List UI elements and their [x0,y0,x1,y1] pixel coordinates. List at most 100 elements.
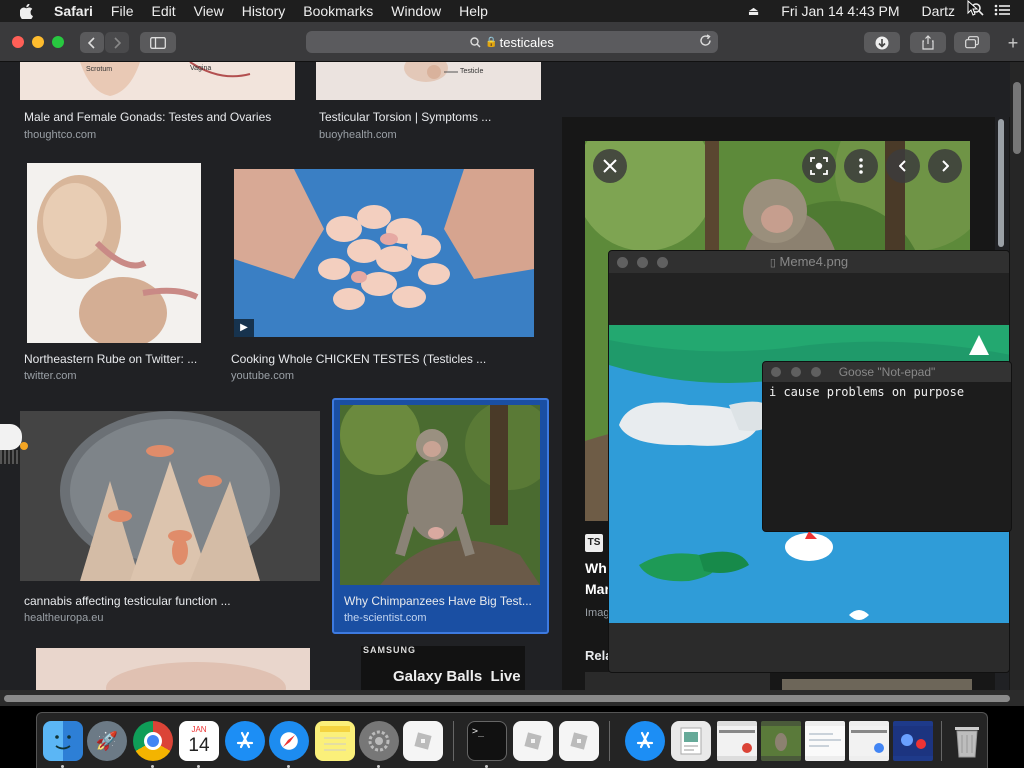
menu-bookmarks[interactable]: Bookmarks [303,3,373,19]
result-title[interactable]: Testicular Torsion | Symptoms ... [319,110,491,124]
dock-preview[interactable] [671,721,711,761]
meme-window-titlebar[interactable]: ▯ Meme4.png [609,251,1009,273]
result-title[interactable]: Northeastern Rube on Twitter: ... [24,352,197,366]
dock-roblox-3[interactable] [559,721,599,761]
page-vertical-scrollbar[interactable] [1010,62,1024,690]
result-source[interactable]: thoughtco.com [24,129,96,141]
notes-icon [320,726,350,751]
zoom-window-button[interactable] [52,36,64,48]
dock-separator [941,721,942,761]
result-image-gonads[interactable]: Scrotum Vagina [20,62,295,100]
menu-window[interactable]: Window [391,3,441,19]
result-title[interactable]: Cooking Whole CHICKEN TESTES (Testicles … [231,352,486,366]
goose-close-button[interactable] [771,367,781,377]
result-image-torsion[interactable]: Testicle [316,62,541,100]
menu-app-name[interactable]: Safari [54,3,93,19]
result-source[interactable]: buoyhealth.com [319,129,397,141]
user-name[interactable]: Dartz [922,3,955,19]
previous-image-button[interactable] [886,149,920,183]
menu-history[interactable]: History [242,3,286,19]
clock[interactable]: Fri Jan 14 4:43 PM [781,3,899,19]
minimize-window-button[interactable] [32,36,44,48]
calendar-month: JAN [191,725,207,734]
dock-launchpad[interactable]: 🚀 [87,721,127,761]
control-center-icon[interactable] [994,3,1010,19]
share-icon [922,35,934,50]
dock-notes[interactable] [315,721,355,761]
dock-window-thumbnail[interactable] [761,721,801,761]
dock-app-store[interactable] [225,721,265,761]
menu-view[interactable]: View [194,3,224,19]
dock-chrome[interactable] [133,721,173,761]
result-image-cannabis[interactable] [20,411,320,581]
preview-title-fragment-1[interactable]: Wh [585,560,607,576]
result-source[interactable]: healtheuropa.eu [24,612,104,624]
goose-beak [20,442,28,450]
eject-icon[interactable]: ⏏ [748,4,759,18]
related-image[interactable] [782,679,972,690]
close-window-button[interactable] [12,36,24,48]
lens-search-button[interactable] [802,149,836,183]
related-images-strip [585,672,770,690]
dock-terminal[interactable]: >_ [467,721,507,761]
result-title[interactable]: cannabis affecting testicular function .… [24,594,231,608]
new-tab-plus-icon[interactable]: + [1002,32,1024,54]
menu-help[interactable]: Help [459,3,488,19]
roblox-icon [414,732,432,750]
back-button[interactable] [80,32,104,53]
share-button[interactable] [910,32,946,53]
dock-trash[interactable] [947,721,987,761]
dock-app-store-2[interactable] [625,721,665,761]
app-store-icon [636,731,654,749]
preview-title-fragment-2[interactable]: Mar [585,581,610,597]
forward-button[interactable] [105,32,129,53]
dock-system-preferences[interactable] [359,721,399,761]
dock-window-thumbnail[interactable] [849,721,889,761]
dock-window-thumbnail[interactable] [717,721,757,761]
sidebar-icon [150,36,166,49]
dock-window-thumbnail[interactable] [805,721,845,761]
menu-edit[interactable]: Edit [151,3,175,19]
result-title[interactable]: Male and Female Gonads: Testes and Ovari… [24,110,271,124]
dock-roblox-2[interactable] [513,721,553,761]
result-image-samsung[interactable]: SAMSUNG Galaxy Balls Live [361,646,525,690]
meme-zoom-button[interactable] [657,257,668,268]
gear-icon [368,730,390,752]
result-image-chimpanzee[interactable] [340,405,540,585]
chevron-right-icon [114,36,121,49]
goose-sprite[interactable] [0,424,22,450]
result-source[interactable]: youtube.com [231,370,294,382]
dock-roblox[interactable] [403,721,443,761]
goose-note-text[interactable]: i cause problems on purpose [769,385,964,399]
menu-file[interactable]: File [111,3,134,19]
result-image-label-vagina: Vagina [190,65,212,72]
result-image-chicken-testes[interactable]: ▶ [234,169,534,337]
sidebar-toggle-button[interactable] [140,32,176,53]
dock-safari[interactable] [269,721,309,761]
address-bar[interactable]: 🔒 testicales [306,31,718,53]
tabs-overview-button[interactable] [954,32,990,53]
page-horizontal-scrollbar[interactable] [0,690,1024,706]
lock-icon: 🔒 [485,36,498,48]
dock-finder[interactable] [43,721,83,761]
goose-zoom-button[interactable] [811,367,821,377]
result-source[interactable]: the-scientist.com [344,612,427,624]
apple-icon[interactable] [20,3,38,19]
result-source[interactable]: twitter.com [24,370,77,382]
next-image-button[interactable] [928,149,962,183]
dock-calendar[interactable]: JAN 14 [179,721,219,761]
meme-minimize-button[interactable] [637,257,648,268]
goose-minimize-button[interactable] [791,367,801,377]
result-image-hand[interactable] [36,648,310,690]
result-image-rube[interactable] [27,163,201,343]
galaxy-balls-label: Galaxy Balls Live [393,668,521,685]
more-options-button[interactable] [844,149,878,183]
downloads-button[interactable] [864,32,900,53]
close-preview-button[interactable] [593,149,627,183]
dock-window-thumbnail[interactable] [893,721,933,761]
result-title[interactable]: Why Chimpanzees Have Big Test... [344,594,532,608]
goose-notepad-window[interactable]: Goose "Not-epad" i cause problems on pur… [762,361,1012,532]
meme-close-button[interactable] [617,257,628,268]
goose-window-title: Goose "Not-epad" [838,365,936,379]
reload-icon[interactable] [699,34,712,50]
